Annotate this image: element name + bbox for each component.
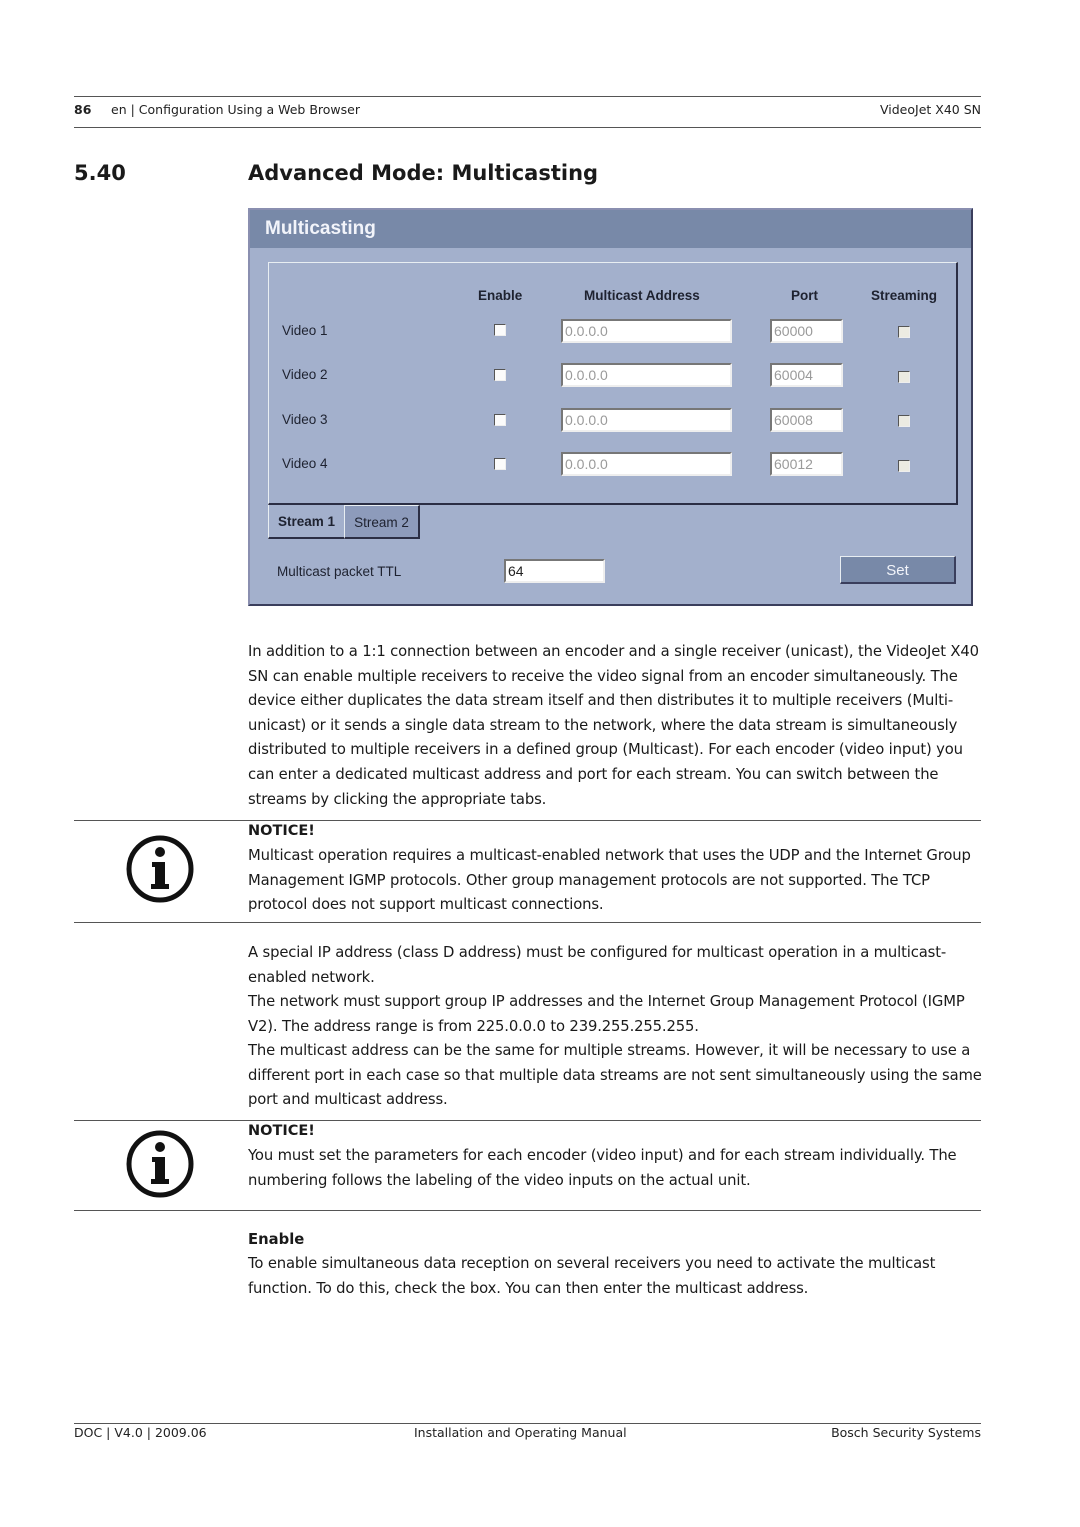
- streaming-checkbox: [898, 326, 910, 338]
- notice-bottom-rule: [74, 1210, 981, 1211]
- enable-checkbox[interactable]: [494, 369, 506, 381]
- ttl-input[interactable]: 64: [504, 559, 605, 583]
- paragraph: To enable simultaneous data reception on…: [248, 1255, 936, 1297]
- header-top-rule: [74, 96, 981, 97]
- info-icon: [126, 1130, 194, 1198]
- column-header-enable: Enable: [478, 288, 523, 303]
- intro-paragraph: In addition to a 1:1 connection between …: [248, 643, 979, 808]
- info-icon: [126, 835, 194, 903]
- footer-company: Bosch Security Systems: [831, 1425, 981, 1440]
- tab-stream-1[interactable]: Stream 1: [268, 505, 344, 539]
- notice-top-rule: [74, 820, 981, 821]
- streaming-checkbox: [898, 415, 910, 427]
- multicast-address-input[interactable]: 0.0.0.0: [561, 363, 732, 387]
- tab-stream-2[interactable]: Stream 2: [344, 505, 420, 539]
- row-label: Video 1: [282, 323, 328, 338]
- section-title: Advanced Mode: Multicasting: [248, 161, 599, 185]
- section-number: 5.40: [74, 161, 126, 185]
- streaming-checkbox: [898, 460, 910, 472]
- header-bottom-rule: [74, 127, 981, 128]
- breadcrumb: en | Configuration Using a Web Browser: [111, 102, 360, 117]
- paragraph: The network must support group IP addres…: [248, 993, 965, 1035]
- streaming-checkbox: [898, 371, 910, 383]
- port-input[interactable]: 60004: [770, 363, 843, 387]
- multicast-address-input[interactable]: 0.0.0.0: [561, 408, 732, 432]
- enable-checkbox[interactable]: [494, 458, 506, 470]
- notice-text: Multicast operation requires a multicast…: [248, 847, 971, 914]
- paragraph: The multicast address can be the same fo…: [248, 1042, 982, 1109]
- port-input[interactable]: 60012: [770, 452, 843, 476]
- notice-bottom-rule: [74, 922, 981, 923]
- footer-doc-info: DOC | V4.0 | 2009.06: [74, 1425, 207, 1440]
- panel-title: Multicasting: [265, 218, 376, 239]
- notice-heading: NOTICE!: [248, 1123, 315, 1139]
- row-label: Video 4: [282, 456, 328, 471]
- subsection-heading: Enable: [248, 1231, 305, 1248]
- port-input[interactable]: 60008: [770, 408, 843, 432]
- footer-manual-title: Installation and Operating Manual: [414, 1425, 627, 1440]
- panel-header: Multicasting: [250, 210, 971, 248]
- notice-text: You must set the parameters for each enc…: [248, 1147, 957, 1189]
- footer-rule: [74, 1423, 981, 1424]
- column-header-streaming: Streaming: [871, 288, 938, 303]
- multicast-address-input[interactable]: 0.0.0.0: [561, 452, 732, 476]
- ttl-label: Multicast packet TTL: [277, 564, 402, 579]
- multicasting-panel: Multicasting Enable Multicast Address Po…: [248, 208, 973, 606]
- row-label: Video 3: [282, 412, 328, 427]
- notice-top-rule: [74, 1120, 981, 1121]
- row-label: Video 2: [282, 367, 328, 382]
- product-name: VideoJet X40 SN: [879, 102, 981, 117]
- column-header-port: Port: [791, 288, 818, 303]
- enable-checkbox[interactable]: [494, 324, 506, 336]
- set-button[interactable]: Set: [840, 556, 956, 584]
- column-header-address: Multicast Address: [584, 288, 700, 303]
- multicast-address-input[interactable]: 0.0.0.0: [561, 319, 732, 343]
- enable-checkbox[interactable]: [494, 414, 506, 426]
- notice-heading: NOTICE!: [248, 823, 315, 839]
- page-number: 86: [74, 102, 92, 117]
- paragraph: A special IP address (class D address) m…: [248, 944, 947, 986]
- port-input[interactable]: 60000: [770, 319, 843, 343]
